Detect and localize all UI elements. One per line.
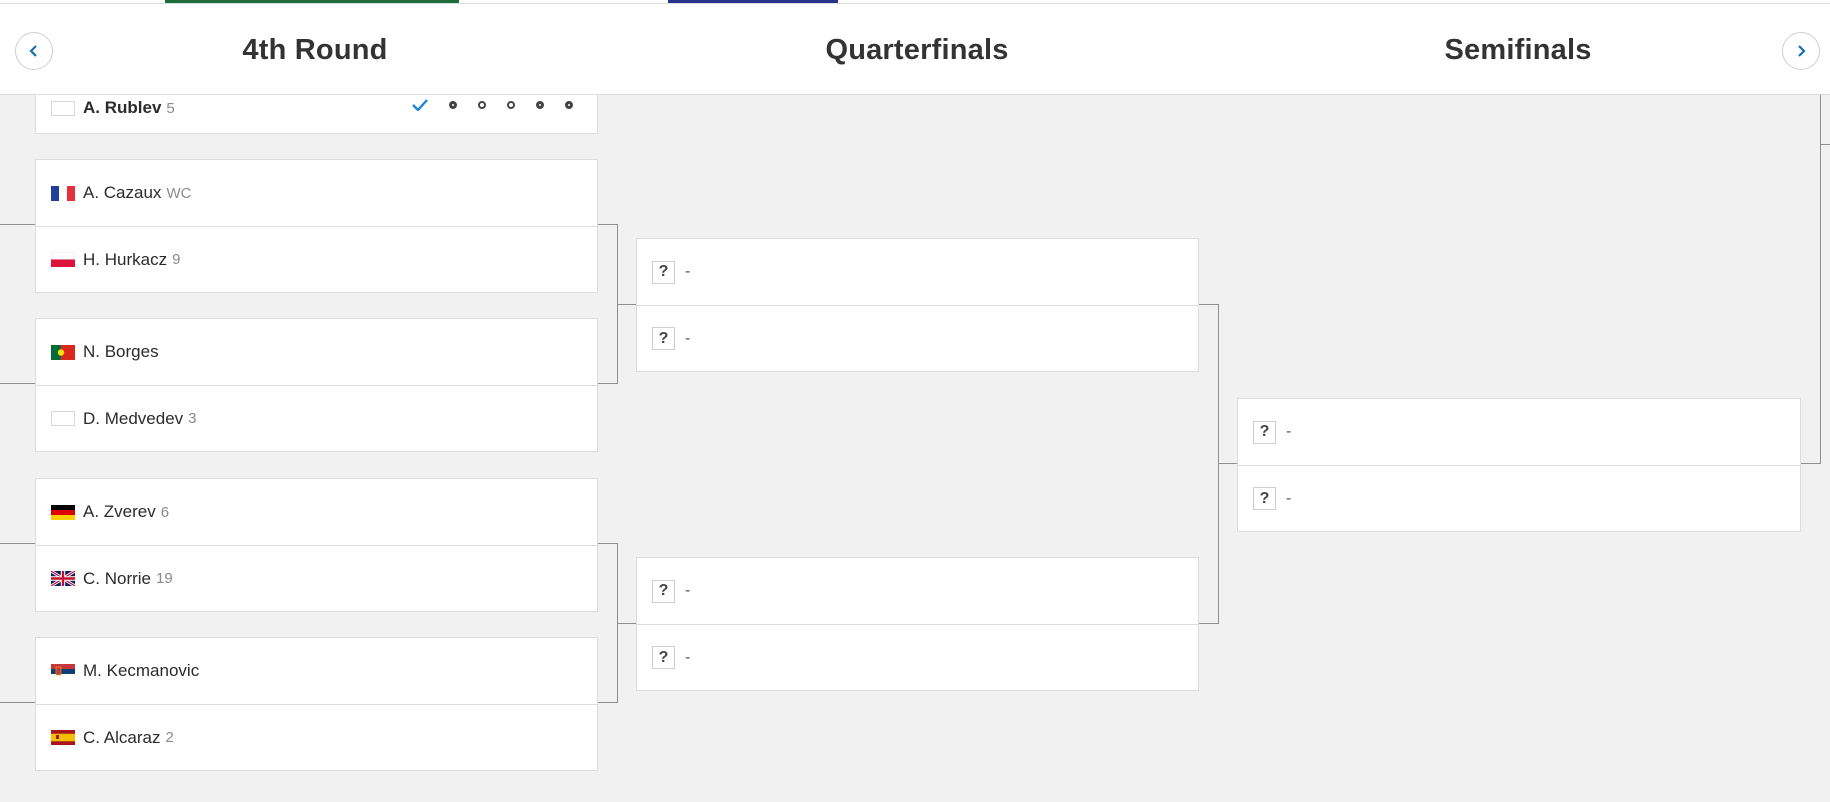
unknown-player-icon: ? <box>1253 420 1276 444</box>
bracket-line <box>617 304 636 305</box>
player-seed: 9 <box>172 251 181 268</box>
bracket-line <box>1218 463 1237 464</box>
bracket-line <box>598 224 617 225</box>
round-title-4th-round: 4th Round <box>242 34 388 66</box>
player-row[interactable]: N. Borges <box>36 319 597 385</box>
bracket-line <box>1199 304 1218 305</box>
chevron-left-icon <box>29 45 37 57</box>
set-indicator-icon <box>536 101 544 110</box>
player-placeholder: - <box>1286 423 1292 440</box>
player-name: D. Medvedev <box>83 408 184 428</box>
bracket-line <box>598 702 617 703</box>
player-row-tbd[interactable]: ? - <box>637 305 1198 371</box>
bracket-line <box>0 383 35 384</box>
bracket-line <box>0 224 35 225</box>
player-placeholder: - <box>685 582 691 599</box>
player-row-tbd[interactable]: ? - <box>1238 399 1800 465</box>
bracket-line <box>1820 144 1830 145</box>
round-indicator-blue <box>668 0 838 3</box>
set-indicator-icon <box>565 101 573 110</box>
poland-flag-icon <box>51 252 75 267</box>
player-row-tbd[interactable]: ? - <box>1238 465 1800 531</box>
player-row-tbd[interactable]: ? - <box>637 558 1198 624</box>
player-placeholder: - <box>685 263 691 280</box>
set-indicator-icon <box>478 101 486 110</box>
blank-flag-icon <box>51 100 75 116</box>
unknown-player-icon: ? <box>1253 487 1276 510</box>
spain-flag-icon <box>51 730 75 745</box>
round-title-semifinals: Semifinals <box>1444 34 1592 66</box>
unknown-player-icon: ? <box>652 327 675 350</box>
france-flag-icon <box>51 185 75 201</box>
bracket-line <box>1820 95 1821 464</box>
player-name: C. Alcaraz <box>83 727 161 747</box>
set-indicator-icon <box>507 101 515 110</box>
player-row[interactable]: A. Zverev 6 <box>36 479 597 545</box>
player-row[interactable]: C. Norrie 19 <box>36 545 597 611</box>
player-seed: 19 <box>156 570 173 587</box>
player-row[interactable]: D. Medvedev 3 <box>36 385 597 451</box>
player-placeholder: - <box>685 648 691 666</box>
player-row[interactable]: M. Kecmanovic <box>36 638 597 704</box>
match-card-r16-1[interactable]: A. Cazaux WC H. Hurkacz 9 <box>35 159 598 293</box>
bracket-line <box>1801 463 1820 464</box>
player-seed: 3 <box>188 410 197 427</box>
bracket-line <box>1218 304 1219 624</box>
checkmark-icon <box>412 99 428 112</box>
unknown-player-icon: ? <box>652 579 675 603</box>
player-seed: WC <box>166 184 192 202</box>
player-row[interactable]: A. Cazaux WC <box>36 160 597 226</box>
serbia-flag-icon <box>51 663 75 679</box>
uk-flag-icon <box>51 571 75 586</box>
rounds-header: 4th Round Quarterfinals Semifinals <box>0 4 1830 95</box>
bracket-line <box>598 383 617 384</box>
player-name: A. Zverev <box>83 502 156 521</box>
score-indicators <box>412 99 573 112</box>
match-card-r16-4[interactable]: M. Kecmanovic C. Alcaraz 2 <box>35 637 598 771</box>
match-card-sf-1[interactable]: ? - ? - <box>1237 398 1801 532</box>
player-row[interactable]: H. Hurkacz 9 <box>36 226 597 292</box>
player-row-tbd[interactable]: ? - <box>637 624 1198 690</box>
match-card-qf-1[interactable]: ? - ? - <box>636 238 1199 372</box>
bracket-line <box>0 702 35 703</box>
chevron-right-icon <box>1798 45 1806 57</box>
player-placeholder: - <box>685 329 691 347</box>
player-name: A. Cazaux <box>83 183 162 202</box>
round-title-quarterfinals: Quarterfinals <box>825 34 1009 66</box>
player-name: N. Borges <box>83 342 159 361</box>
player-seed: 6 <box>160 503 170 521</box>
bracket-line <box>1199 623 1218 624</box>
prev-round-button[interactable] <box>15 32 53 70</box>
player-name: H. Hurkacz <box>83 249 168 269</box>
player-name: M. Kecmanovic <box>83 661 200 680</box>
player-row[interactable]: C. Alcaraz 2 <box>36 704 597 770</box>
bracket-line <box>0 543 35 544</box>
unknown-player-icon: ? <box>652 646 675 669</box>
next-round-button[interactable] <box>1782 32 1820 70</box>
bracket-line <box>598 543 617 544</box>
player-row-tbd[interactable]: ? - <box>637 239 1198 305</box>
player-name: A. Rublev <box>83 98 162 117</box>
round-indicator-green <box>165 0 459 3</box>
unknown-player-icon: ? <box>652 260 675 284</box>
match-card-r16-2[interactable]: N. Borges D. Medvedev 3 <box>35 318 598 452</box>
germany-flag-icon <box>51 504 75 520</box>
match-card-r16-3[interactable]: A. Zverev 6 C. Norrie 19 <box>35 478 598 612</box>
match-card-qf-2[interactable]: ? - ? - <box>636 557 1199 691</box>
player-name: C. Norrie <box>83 568 152 588</box>
player-seed: 2 <box>165 729 174 746</box>
bracket-line <box>617 623 636 624</box>
set-indicator-icon <box>449 101 457 110</box>
blank-flag-icon <box>51 411 75 426</box>
portugal-flag-icon <box>51 344 75 360</box>
player-placeholder: - <box>1286 489 1292 507</box>
player-seed: 5 <box>166 99 175 117</box>
